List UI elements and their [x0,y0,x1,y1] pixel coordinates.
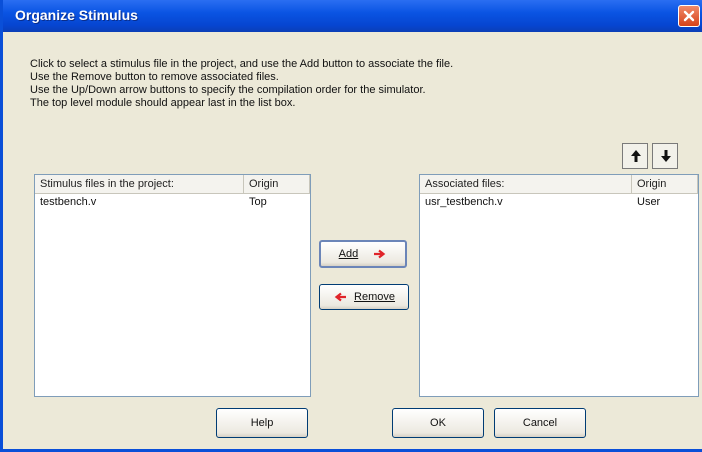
add-label: Add [338,248,359,260]
title-bar[interactable]: Organize Stimulus [3,0,702,32]
column-header-stimulus-files[interactable]: Stimulus files in the project: [35,175,244,193]
move-up-button[interactable] [622,143,648,169]
help-button[interactable]: Help [216,408,308,438]
list-item[interactable]: usr_testbench.v User [420,195,698,209]
arrow-up-icon [631,150,641,162]
arrow-left-icon [334,292,346,302]
dialog-body: Click to select a stimulus file in the p… [6,32,702,449]
move-down-button[interactable] [652,143,678,169]
instruction-line: Click to select a stimulus file in the p… [30,58,454,70]
column-header-origin[interactable]: Origin [244,175,310,193]
associated-files-list[interactable]: Associated files: Origin usr_testbench.v… [419,174,699,397]
file-origin: User [637,196,661,208]
ok-button[interactable]: OK [392,408,484,438]
cancel-button[interactable]: Cancel [494,408,586,438]
ok-label: OK [430,417,446,429]
remove-button[interactable]: Remove [319,284,409,310]
remove-label: Remove [354,291,396,303]
list-header: Stimulus files in the project: Origin [35,175,310,194]
file-name: usr_testbench.v [425,196,503,208]
instructions: Click to select a stimulus file in the p… [30,58,650,110]
column-header-origin[interactable]: Origin [632,175,698,193]
instruction-line: Use the Up/Down arrow buttons to specify… [30,84,426,96]
file-origin: Top [249,196,267,208]
cancel-label: Cancel [522,417,558,429]
close-button[interactable] [678,5,700,27]
list-item[interactable]: testbench.v Top [35,195,310,209]
add-button[interactable]: Add [319,240,407,268]
file-name: testbench.v [40,196,97,208]
project-stimulus-list[interactable]: Stimulus files in the project: Origin te… [34,174,311,397]
organize-stimulus-dialog: Organize Stimulus Click to select a stim… [0,0,702,452]
window-title: Organize Stimulus [15,7,138,23]
column-header-associated-files[interactable]: Associated files: [420,175,632,193]
help-label: Help [250,417,274,429]
arrow-right-icon [374,249,386,259]
instruction-line: The top level module should appear last … [30,97,296,109]
close-icon [683,10,695,22]
instruction-line: Use the Remove button to remove associat… [30,71,279,83]
arrow-down-icon [661,150,671,162]
list-header: Associated files: Origin [420,175,698,194]
